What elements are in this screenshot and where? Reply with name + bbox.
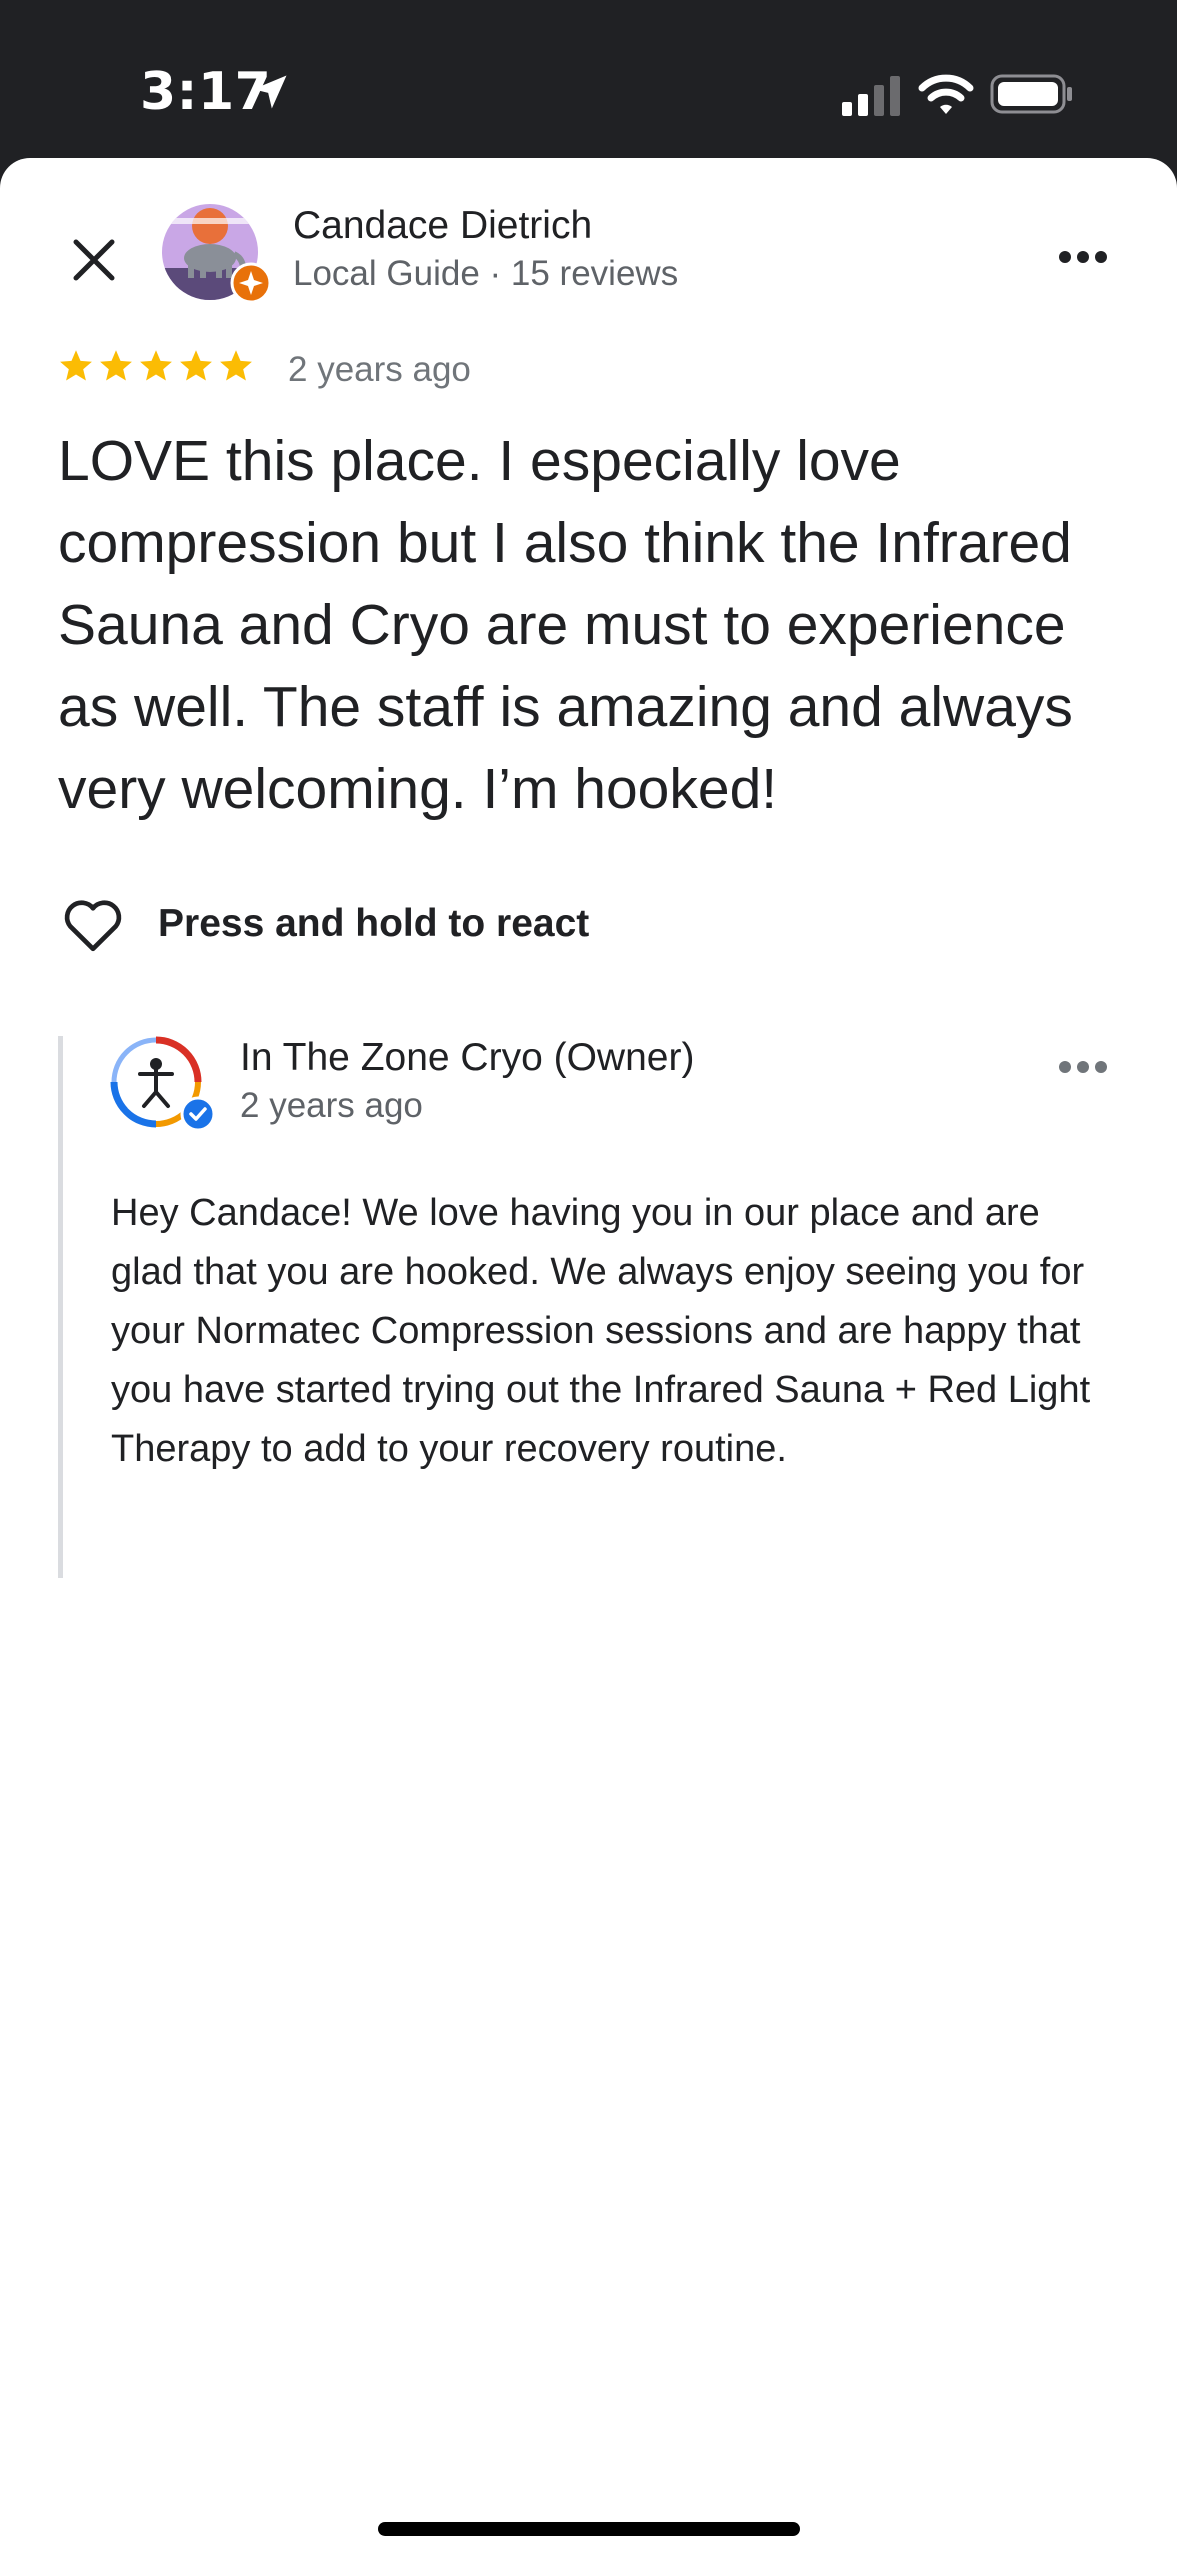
review-text: LOVE this place. I especially love compr… <box>58 429 1073 821</box>
review-sheet: Candace Dietrich Local Guide · 15 review… <box>0 158 1177 2560</box>
local-guide-badge-icon <box>230 262 272 304</box>
home-indicator[interactable] <box>378 2522 800 2536</box>
review-date: 2 years ago <box>288 350 471 389</box>
owner-reply-date: 2 years ago <box>240 1086 423 1125</box>
reviewer-name[interactable]: Candace Dietrich <box>293 204 592 248</box>
review-more-button[interactable] <box>1050 224 1116 290</box>
more-horizontal-icon <box>1059 251 1107 263</box>
star-icon <box>60 350 92 381</box>
react-button[interactable]: Press and hold to react <box>58 884 589 964</box>
more-horizontal-icon <box>1059 1061 1107 1073</box>
owner-reply-more-button[interactable] <box>1050 1034 1116 1100</box>
owner-name: In The Zone Cryo (Owner) <box>240 1036 695 1079</box>
cellular-signal-icon <box>842 76 900 116</box>
battery-icon <box>990 74 1072 114</box>
wifi-icon <box>918 74 974 114</box>
verified-badge-icon <box>180 1096 216 1132</box>
star-icon <box>180 350 212 381</box>
star-icon <box>140 350 172 381</box>
reviewer-meta: Local Guide · 15 reviews <box>293 254 679 293</box>
location-arrow-icon <box>253 75 287 109</box>
close-icon <box>73 239 115 281</box>
reply-divider <box>58 1036 63 1578</box>
react-label: Press and hold to react <box>158 902 590 945</box>
star-icon <box>100 350 132 381</box>
close-button[interactable] <box>56 222 132 298</box>
owner-reply-text: Hey Candace! We love having you in our p… <box>111 1192 1091 1470</box>
star-icon <box>220 350 252 381</box>
status-bar: 3:17 <box>0 0 1177 158</box>
heart-icon <box>64 900 122 952</box>
star-rating <box>58 348 254 398</box>
